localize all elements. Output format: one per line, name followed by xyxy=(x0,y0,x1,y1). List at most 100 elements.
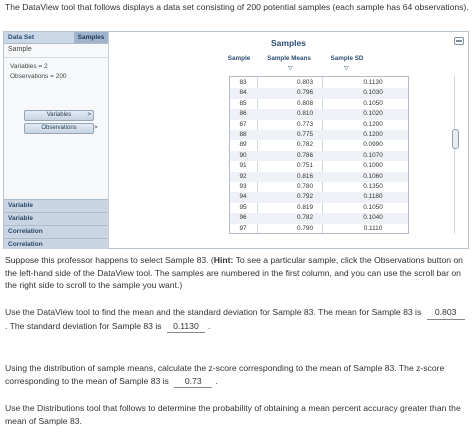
sample-sd: 0.1050 xyxy=(363,203,383,211)
para2-text-end: . xyxy=(207,320,211,331)
sample-mean: 0.803 xyxy=(297,79,313,86)
table-row[interactable]: 90 0.786 0.1070 xyxy=(230,150,408,162)
sample-sd: 0.1050 xyxy=(363,99,383,107)
sample-mean: 0.786 xyxy=(297,151,313,159)
variables-button-label: Variables xyxy=(46,112,72,118)
sample-number: 97 xyxy=(239,224,247,232)
sample-mean: 0.808 xyxy=(297,99,313,107)
table-row[interactable]: 87 0.773 0.1200 xyxy=(230,120,408,130)
sample-number: 83 xyxy=(239,79,247,86)
correlation-bar-1[interactable]: Correlation xyxy=(4,225,108,238)
table-row[interactable]: 88 0.775 0.1200 xyxy=(230,130,408,141)
sample-mean: 0.751 xyxy=(297,162,313,170)
sample-number: 91 xyxy=(239,162,247,170)
dataset-panel: Data Set Samples Sample Variables = 2 Ob… xyxy=(4,32,109,249)
variables-button[interactable]: Variables > xyxy=(24,110,94,121)
sort-means-triangle-down-icon[interactable]: ▽ xyxy=(288,65,293,72)
sample-number: 84 xyxy=(239,89,247,97)
dataset-header: Data Set Samples xyxy=(4,32,108,44)
sample-mean: 0.819 xyxy=(297,203,313,211)
sample-mean: 0.796 xyxy=(297,89,313,97)
scrollbar-thumb[interactable] xyxy=(452,129,459,149)
para1-text: Suppose this professor happens to select… xyxy=(5,255,214,265)
table-row[interactable]: 92 0.816 0.1060 xyxy=(230,171,408,182)
sample-sd: 0.0990 xyxy=(363,141,383,149)
table-row[interactable]: 84 0.796 0.1030 xyxy=(230,88,408,99)
sort-sd-triangle-down-icon[interactable]: ▽ xyxy=(344,65,349,72)
table-row[interactable]: 93 0.780 0.1350 xyxy=(230,182,408,192)
sample-number: 87 xyxy=(239,120,247,128)
col-header-sd: Sample SD xyxy=(330,55,364,62)
table-row[interactable]: 86 0.810 0.1020 xyxy=(230,109,408,120)
sample-number: 92 xyxy=(239,172,247,180)
distributions-instruction: Use the Distributions tool that follows … xyxy=(5,403,461,426)
zscore-answer-field[interactable]: 0.73 xyxy=(174,375,213,388)
table-row[interactable]: 91 0.751 0.1000 xyxy=(230,161,408,171)
sample-sd: 0.1200 xyxy=(363,120,383,128)
window-icon[interactable] xyxy=(454,37,464,45)
table-row[interactable]: 94 0.792 0.1180 xyxy=(230,192,408,203)
sample-number: 96 xyxy=(239,214,247,222)
intro-text: The DataView tool that follows displays … xyxy=(5,2,469,12)
sample-number: 90 xyxy=(239,151,247,159)
para2-text-mid: . The standard deviation for Sample 83 i… xyxy=(5,320,162,331)
sample-sd: 0.1070 xyxy=(363,151,383,159)
correlation-bar-2[interactable]: Correlation xyxy=(4,238,108,249)
samples-panel: Samples Sample Sample Means Sample SD ▽ … xyxy=(109,32,468,248)
mean-sd-question: Use the DataView tool to find the mean a… xyxy=(5,306,469,333)
sample-sd: 0.1020 xyxy=(363,110,383,118)
sample-sd: 0.1110 xyxy=(363,224,383,232)
mean-answer-field[interactable]: 0.803 xyxy=(426,306,465,320)
sample-number: 86 xyxy=(239,110,247,118)
samples-table: 83 0.803 0.1130 84 0.796 0.1030 85 0.808 0.1050 8… xyxy=(229,76,409,234)
samples-title: Samples xyxy=(271,38,306,48)
col-header-sample: Sample xyxy=(227,55,251,62)
sample-sd: 0.1000 xyxy=(363,162,383,170)
variable-bar-2[interactable]: Variable xyxy=(4,212,108,225)
hint-paragraph: Suppose this professor happens to select… xyxy=(5,254,469,292)
para3-text: Using the distribution of sample means, … xyxy=(5,363,445,386)
table-row[interactable]: 96 0.782 0.1040 xyxy=(230,213,408,224)
sample-mean: 0.792 xyxy=(297,193,313,201)
para3-text-end: . xyxy=(215,375,218,386)
observations-button[interactable]: Observations xyxy=(24,123,94,134)
variables-count: Variables = 2 xyxy=(10,63,48,70)
sample-mean: 0.775 xyxy=(297,131,313,138)
sample-mean: 0.780 xyxy=(297,183,313,190)
hint-label: Hint: xyxy=(213,255,234,265)
samples-tab[interactable]: Samples xyxy=(74,32,108,43)
zscore-question: Using the distribution of sample means, … xyxy=(5,362,469,388)
sample-number: 93 xyxy=(239,183,247,190)
sample-number: 89 xyxy=(239,141,247,149)
sample-number: 94 xyxy=(239,193,247,201)
dataset-header-label: Data Set xyxy=(8,34,35,41)
table-row[interactable]: 97 0.790 0.1110 xyxy=(230,224,408,234)
sample-number: 88 xyxy=(239,131,247,138)
sample-number: 95 xyxy=(239,203,247,211)
col-header-means: Sample Means xyxy=(267,55,311,62)
sample-sd: 0.1200 xyxy=(363,131,383,138)
table-row[interactable]: 85 0.808 0.1050 xyxy=(230,99,408,109)
chevron-right-icon: > xyxy=(87,112,91,118)
table-row[interactable]: 83 0.803 0.1130 xyxy=(230,78,408,88)
variable-bar-1[interactable]: Variable xyxy=(4,199,108,212)
divider xyxy=(4,57,108,58)
sample-sd: 0.1030 xyxy=(363,89,383,97)
observations-button-label: Observations xyxy=(41,125,77,131)
sample-sd: 0.1350 xyxy=(363,183,383,190)
sample-mean: 0.790 xyxy=(297,224,313,232)
sd-answer-field[interactable]: 0.1130 xyxy=(166,320,205,333)
sample-sd: 0.1130 xyxy=(363,79,383,86)
table-row[interactable]: 95 0.819 0.1050 xyxy=(230,203,408,213)
sample-mean: 0.782 xyxy=(297,141,313,149)
dataview-tool: Data Set Samples Sample Variables = 2 Ob… xyxy=(3,31,469,249)
scrollbar-track[interactable] xyxy=(454,76,461,234)
sample-sd: 0.1040 xyxy=(363,214,383,222)
table-row[interactable]: 89 0.782 0.0990 xyxy=(230,140,408,150)
sample-number: 85 xyxy=(239,99,247,107)
sample-mean: 0.773 xyxy=(297,120,313,128)
sample-sd: 0.1180 xyxy=(363,193,383,201)
dataset-summary: Variables = 2 Observations = 200 xyxy=(10,62,67,82)
sample-mean: 0.810 xyxy=(297,110,313,118)
sample-sd: 0.1060 xyxy=(363,172,383,180)
